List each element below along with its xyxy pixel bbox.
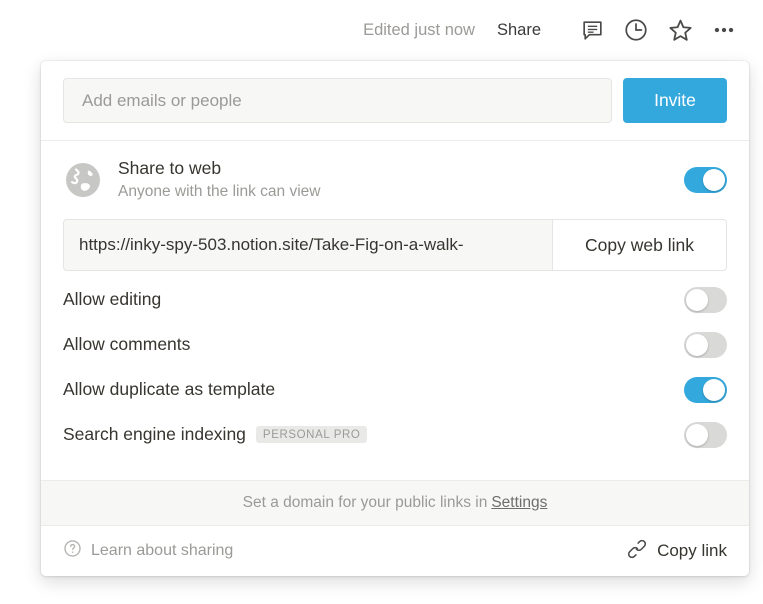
edited-status: Edited just now: [363, 21, 475, 40]
search-engine-indexing-toggle[interactable]: [684, 422, 727, 448]
public-url-row: Copy web link: [63, 219, 727, 271]
dialog-footer: Learn about sharing Copy link: [41, 526, 749, 576]
favorite-star-icon[interactable]: [663, 13, 697, 47]
learn-about-sharing-label: Learn about sharing: [91, 542, 233, 560]
share-dialog: Invite Share to web Anyone with the link…: [41, 61, 749, 576]
option-row-allow-editing: Allow editing: [63, 277, 727, 322]
option-left: Allow editing: [63, 289, 161, 310]
settings-link[interactable]: Settings: [491, 494, 547, 512]
option-label: Allow editing: [63, 289, 161, 310]
toggle-knob: [703, 379, 725, 401]
more-options-icon[interactable]: [707, 13, 741, 47]
invite-input[interactable]: [63, 78, 612, 123]
invite-button[interactable]: Invite: [623, 78, 727, 123]
plan-badge: PERSONAL PRO: [256, 426, 368, 443]
question-circle-icon: [63, 539, 82, 563]
option-row-allow-duplicate-as-template: Allow duplicate as template: [63, 367, 727, 412]
link-chain-icon: [626, 538, 648, 565]
option-left: Search engine indexing PERSONAL PRO: [63, 424, 367, 445]
options-list: Allow editing Allow comments Allow dupli…: [41, 277, 749, 457]
allow-comments-toggle[interactable]: [684, 332, 727, 358]
comment-icon[interactable]: [575, 13, 609, 47]
history-clock-icon[interactable]: [619, 13, 653, 47]
option-left: Allow comments: [63, 334, 190, 355]
option-row-allow-comments: Allow comments: [63, 322, 727, 367]
share-to-web-texts: Share to web Anyone with the link can vi…: [118, 158, 684, 201]
allow-editing-toggle[interactable]: [684, 287, 727, 313]
copy-link-button[interactable]: Copy link: [626, 538, 727, 565]
option-label: Allow duplicate as template: [63, 379, 275, 400]
learn-about-sharing-button[interactable]: Learn about sharing: [63, 539, 233, 563]
toggle-knob: [686, 289, 708, 311]
copy-web-link-button[interactable]: Copy web link: [552, 219, 727, 271]
share-to-web-toggle[interactable]: [684, 167, 727, 193]
copy-link-label: Copy link: [657, 541, 727, 561]
option-left: Allow duplicate as template: [63, 379, 275, 400]
share-to-web-row: Share to web Anyone with the link can vi…: [41, 141, 749, 219]
domain-hint-text: Set a domain for your public links in: [243, 494, 488, 512]
toggle-knob: [686, 424, 708, 446]
share-to-web-title: Share to web: [118, 158, 684, 179]
option-label: Allow comments: [63, 334, 190, 355]
option-row-search-engine-indexing: Search engine indexing PERSONAL PRO: [63, 412, 727, 457]
domain-hint-band: Set a domain for your public links in Se…: [41, 480, 749, 526]
public-url-input[interactable]: [63, 219, 552, 271]
option-label: Search engine indexing: [63, 424, 246, 445]
allow-duplicate-toggle[interactable]: [684, 377, 727, 403]
share-button[interactable]: Share: [497, 21, 541, 40]
top-bar: Edited just now Share: [0, 0, 763, 60]
invite-row: Invite: [41, 61, 749, 141]
share-to-web-subtitle: Anyone with the link can view: [118, 183, 684, 202]
globe-icon: [63, 160, 103, 200]
toggle-knob: [703, 169, 725, 191]
toggle-knob: [686, 334, 708, 356]
